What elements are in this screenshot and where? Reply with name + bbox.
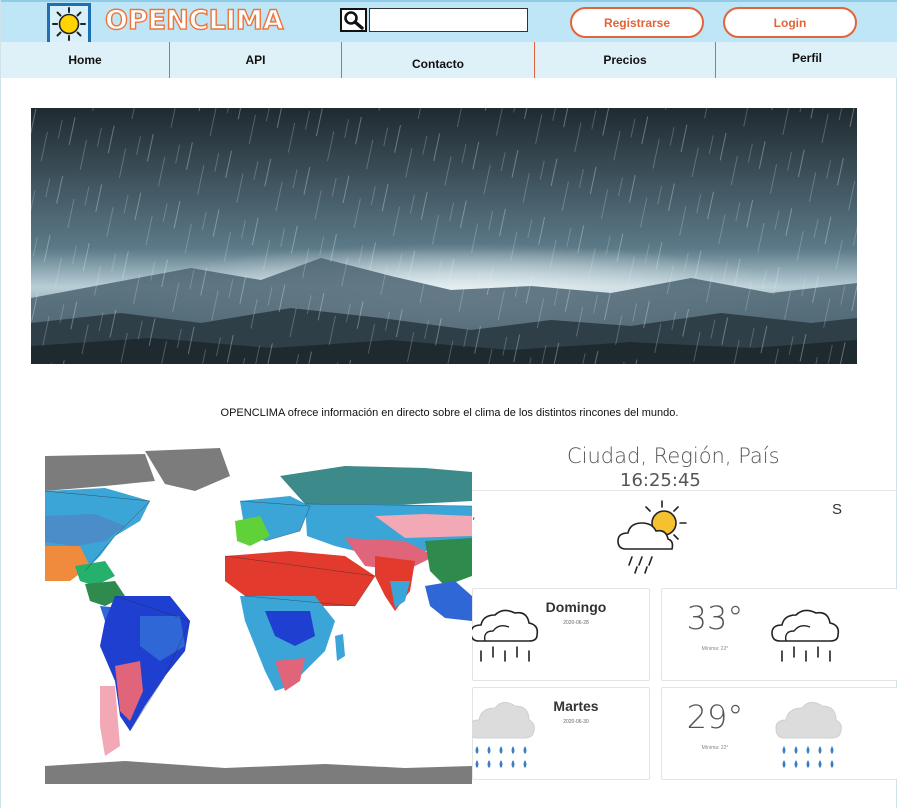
left-edge-glyph: , (472, 509, 476, 522)
nav-item-home[interactable]: Home (1, 42, 169, 78)
world-climate-map (45, 446, 472, 784)
register-button[interactable]: Registrarse (570, 7, 704, 38)
hero-rain-image (31, 108, 857, 364)
current-weather-panel: , S (472, 490, 897, 575)
rain-drops-cloud-icon (775, 702, 842, 768)
page: OPENCLIMA Registrarse Login Home API Con… (0, 0, 897, 808)
login-button[interactable]: Login (723, 7, 857, 38)
intro-text: OPENCLIMA ofrece información en directo … (220, 407, 679, 419)
forecast-temp-card[interactable]: 33° Mínima: 22° (661, 588, 897, 681)
main-nav: Home API Contacto Precios Perfil (1, 42, 897, 78)
partly-cloudy-rain-icon (617, 500, 687, 574)
rain-cloud-icon (771, 609, 840, 662)
brand-name[interactable]: OPENCLIMA (104, 4, 284, 36)
nav-item-contacto[interactable]: Contacto (342, 46, 534, 82)
search-input[interactable] (369, 8, 528, 32)
sun-icon (52, 7, 86, 41)
nav-item-api[interactable]: API (170, 42, 341, 78)
weather-location: Ciudad, Región, País (567, 444, 780, 468)
weather-time: 16:25:45 (620, 470, 701, 491)
forecast-temp-card[interactable]: 29° Mínima: 22° (661, 687, 897, 780)
nav-item-precios[interactable]: Precios (535, 42, 715, 78)
top-bar: OPENCLIMA Registrarse Login (1, 0, 897, 45)
nav-item-perfil[interactable]: Perfil (716, 40, 897, 76)
search-box (340, 8, 528, 32)
search-icon[interactable] (340, 8, 367, 32)
logo[interactable] (47, 3, 91, 45)
right-edge-letter: S (832, 501, 843, 518)
weather-widget: Ciudad, Región, País 16:25:45 , S Doming… (472, 440, 897, 808)
